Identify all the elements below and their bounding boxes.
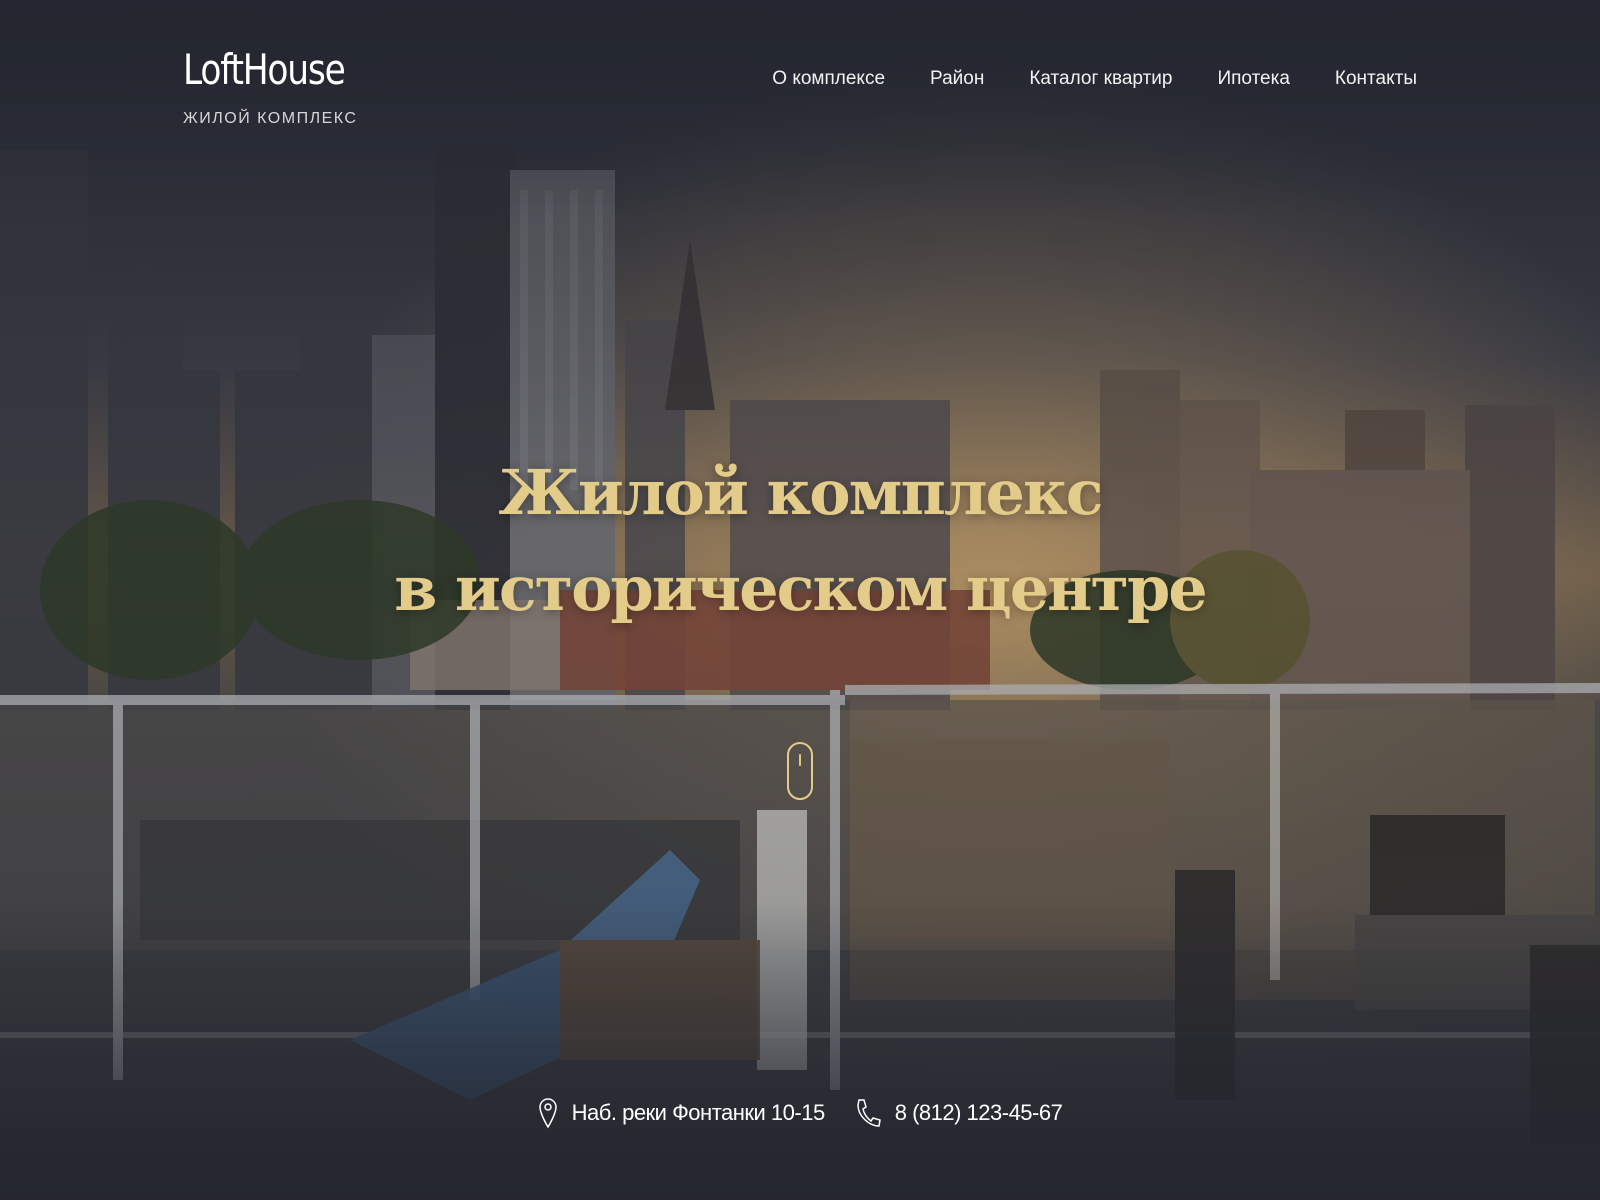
nav-link-about[interactable]: О комплексе — [772, 68, 885, 89]
phone-icon — [855, 1098, 881, 1128]
nav-link-contacts[interactable]: Контакты — [1335, 68, 1417, 89]
address-text: Наб. реки Фонтанки 10-15 — [571, 1100, 826, 1125]
nav-link-catalog[interactable]: Каталог квартир — [1029, 68, 1172, 89]
logo-name[interactable]: LoftHouse — [183, 44, 346, 96]
mouse-scroll-icon[interactable] — [787, 742, 813, 800]
hero-title-line-2: в историческом центре — [394, 552, 1208, 625]
nav-item-about: О комплексе — [772, 68, 885, 90]
hero-title: Жилой комплекс в историческом центре — [0, 445, 1600, 637]
map-pin-icon — [538, 1097, 558, 1129]
phone-link[interactable]: 8 (812) 123-45-67 — [895, 1100, 1063, 1126]
phone-item: 8 (812) 123-45-67 — [855, 1098, 1063, 1128]
mouse-wheel — [799, 754, 801, 766]
nav-item-catalog: Каталог квартир — [1029, 68, 1172, 90]
main-nav: О комплексе Район Каталог квартир Ипотек… — [772, 68, 1417, 90]
nav-item-contacts: Контакты — [1335, 68, 1417, 90]
nav-item-district: Район — [930, 68, 984, 90]
logo-subtitle: ЖИЛОЙ КОМПЛЕКС — [183, 110, 358, 127]
hero-title-line-1: Жилой комплекс — [498, 456, 1103, 529]
logo[interactable]: LoftHouse ЖИЛОЙ КОМПЛЕКС — [183, 44, 380, 128]
nav-link-mortgage[interactable]: Ипотека — [1217, 68, 1289, 89]
address-item: Наб. реки Фонтанки 10-15 — [538, 1097, 825, 1129]
nav-link-district[interactable]: Район — [930, 68, 984, 89]
nav-item-mortgage: Ипотека — [1217, 68, 1289, 90]
contact-bar: Наб. реки Фонтанки 10-15 8 (812) 123-45-… — [0, 1097, 1600, 1129]
